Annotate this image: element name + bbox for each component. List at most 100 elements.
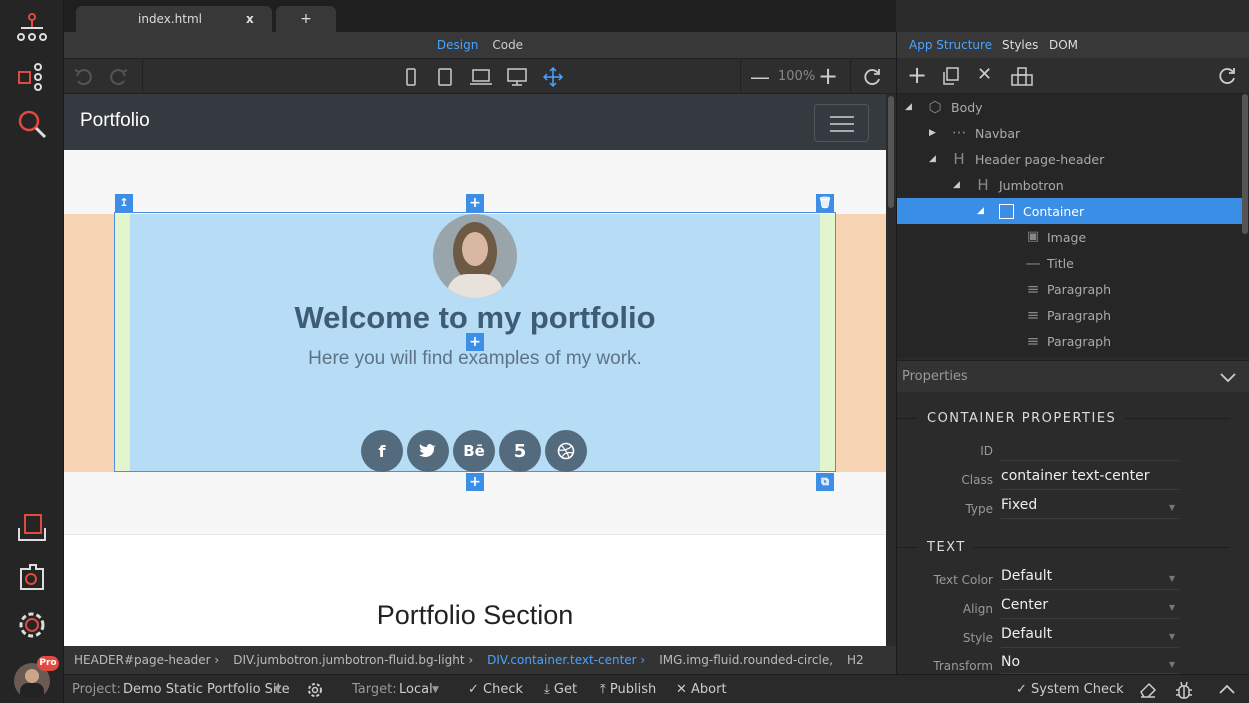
- duplicate-icon[interactable]: [942, 67, 960, 85]
- tree-node-title[interactable]: — Title: [897, 250, 1242, 276]
- breadcrumb-item-current[interactable]: DIV.container.text-center ›: [487, 653, 645, 667]
- portfolio-section-title[interactable]: Portfolio Section: [64, 600, 886, 631]
- navbar-brand[interactable]: Portfolio: [80, 110, 150, 132]
- properties-header[interactable]: Properties: [897, 360, 1249, 392]
- app-structure-icon[interactable]: [12, 8, 52, 48]
- tree-node-paragraph[interactable]: ≡ Paragraph: [897, 276, 1242, 302]
- pro-badge: Pro: [37, 656, 59, 671]
- redo-icon[interactable]: [108, 68, 128, 86]
- design-mode-tab[interactable]: Design: [437, 38, 478, 52]
- tree-scrollbar[interactable]: [1242, 94, 1248, 234]
- desktop-view-icon[interactable]: [506, 68, 528, 86]
- duplicate-icon[interactable]: ⧉: [816, 473, 834, 491]
- canvas-scrollbar[interactable]: [886, 94, 896, 646]
- design-canvas[interactable]: Portfolio ↥ + 🗑 + + ⧉ Welcome to my port…: [64, 94, 886, 646]
- tree-node-container[interactable]: ◢ Container: [897, 198, 1242, 224]
- tree-node-label: Title: [1047, 255, 1074, 271]
- zoom-in-icon[interactable]: +: [818, 62, 838, 90]
- style-select[interactable]: Default ▼: [1001, 626, 1179, 648]
- move-handle-icon[interactable]: ↥: [115, 194, 133, 212]
- publish-button[interactable]: ⤒ Publish: [600, 682, 656, 697]
- tree-node-image[interactable]: ▣ Image: [897, 224, 1242, 250]
- get-button[interactable]: ⤓ Get: [544, 682, 577, 697]
- profile-image[interactable]: [433, 214, 517, 298]
- class-field[interactable]: container text-center: [1001, 468, 1179, 490]
- align-select[interactable]: Center ▼: [1001, 597, 1179, 619]
- transform-value: No: [1001, 654, 1021, 670]
- jumbotron[interactable]: ↥ + 🗑 + + ⧉ Welcome to my portfolio Here…: [64, 150, 886, 534]
- tab-dom[interactable]: DOM: [1049, 38, 1078, 52]
- assets-icon[interactable]: [12, 557, 52, 597]
- chevron-down-icon[interactable]: [1219, 372, 1237, 383]
- tree-node-navbar[interactable]: ▶ ··· Navbar: [897, 120, 1242, 146]
- navbar-toggler-button[interactable]: [814, 104, 869, 142]
- breadcrumb-item[interactable]: H2: [847, 653, 864, 667]
- tablet-view-icon[interactable]: [437, 68, 453, 86]
- zoom-out-icon[interactable]: —: [750, 65, 770, 89]
- jumbotron-icon: H: [977, 176, 989, 194]
- new-tab-button[interactable]: +: [276, 6, 336, 32]
- add-component-icon[interactable]: +: [907, 61, 927, 89]
- chevron-down-icon[interactable]: ▼: [274, 685, 281, 695]
- twitter-icon[interactable]: [407, 430, 449, 472]
- html5-icon[interactable]: 5: [499, 430, 541, 472]
- code-mode-tab[interactable]: Code: [492, 38, 523, 52]
- search-icon[interactable]: [12, 104, 52, 144]
- pages-icon[interactable]: [12, 508, 52, 548]
- breadcrumb-item[interactable]: DIV.jumbotron.jumbotron-fluid.bg-light ›: [233, 653, 473, 667]
- delete-x-icon[interactable]: ✕: [977, 64, 992, 85]
- chevron-down-icon[interactable]: ▼: [432, 685, 439, 695]
- type-select[interactable]: Fixed ▼: [1001, 497, 1179, 519]
- right-panel-tabs: App Structure Styles DOM: [897, 32, 1249, 58]
- chevron-up-icon[interactable]: [1218, 683, 1236, 695]
- tab-index-html[interactable]: index.html x: [76, 6, 272, 32]
- collapse-triangle-icon[interactable]: ◢: [953, 180, 960, 190]
- jumbotron-subtitle[interactable]: Here you will find examples of my work.: [64, 348, 886, 370]
- phone-view-icon[interactable]: [404, 68, 418, 86]
- tree-node-header[interactable]: ◢ H Header page-header: [897, 146, 1242, 172]
- expand-triangle-icon[interactable]: ▶: [929, 128, 936, 138]
- laptop-view-icon[interactable]: [469, 68, 493, 86]
- refresh-icon[interactable]: [862, 67, 882, 87]
- tree-node-paragraph[interactable]: ≡ Paragraph: [897, 302, 1242, 328]
- dribbble-icon[interactable]: [545, 430, 587, 472]
- library-icon[interactable]: [12, 56, 52, 96]
- collapse-triangle-icon[interactable]: ◢: [905, 102, 912, 112]
- breadcrumb-item[interactable]: IMG.img-fluid.rounded-circle,: [659, 653, 833, 667]
- check-button[interactable]: ✓ Check: [468, 682, 523, 697]
- target-select[interactable]: Local: [399, 682, 433, 697]
- undo-icon[interactable]: [74, 68, 94, 86]
- tab-app-structure[interactable]: App Structure: [909, 38, 992, 52]
- library-save-icon[interactable]: [1010, 66, 1034, 86]
- jumbotron-title[interactable]: Welcome to my portfolio: [64, 300, 886, 336]
- facebook-icon[interactable]: f: [361, 430, 403, 472]
- collapse-triangle-icon[interactable]: ◢: [929, 154, 936, 164]
- behance-icon[interactable]: Bē: [453, 430, 495, 472]
- delete-icon[interactable]: 🗑: [816, 194, 834, 212]
- settings-icon[interactable]: [12, 605, 52, 645]
- bug-icon[interactable]: [1174, 680, 1194, 700]
- transform-select[interactable]: No ▼: [1001, 654, 1179, 674]
- collapse-triangle-icon[interactable]: ◢: [977, 206, 984, 216]
- fluid-view-icon[interactable]: [543, 67, 563, 87]
- project-select[interactable]: Demo Static Portfolio Site: [123, 682, 290, 697]
- tree-node-body[interactable]: ◢ ⬡ Body: [897, 94, 1242, 120]
- status-bar: Project: Demo Static Portfolio Site ▼ Ta…: [64, 674, 1249, 703]
- zoom-level[interactable]: 100%: [778, 69, 815, 84]
- navbar[interactable]: Portfolio: [64, 94, 886, 150]
- eraser-icon[interactable]: [1139, 681, 1157, 699]
- tab-styles[interactable]: Styles: [1002, 38, 1038, 52]
- insert-below-button[interactable]: +: [466, 473, 484, 491]
- text-color-select[interactable]: Default ▼: [1001, 568, 1179, 590]
- chevron-down-icon: ▼: [1168, 632, 1175, 641]
- gear-icon[interactable]: [306, 681, 324, 699]
- breadcrumb-item[interactable]: HEADER#page-header ›: [74, 653, 219, 667]
- tab-close-icon[interactable]: x: [246, 12, 254, 26]
- insert-above-button[interactable]: +: [466, 194, 484, 212]
- id-field[interactable]: [1001, 439, 1179, 461]
- refresh-icon[interactable]: [1217, 66, 1237, 86]
- tree-node-paragraph[interactable]: ≡ Paragraph: [897, 328, 1242, 354]
- abort-button[interactable]: ✕ Abort: [676, 682, 727, 697]
- tree-node-jumbotron[interactable]: ◢ H Jumbotron: [897, 172, 1242, 198]
- system-check-button[interactable]: ✓ System Check: [1016, 682, 1124, 697]
